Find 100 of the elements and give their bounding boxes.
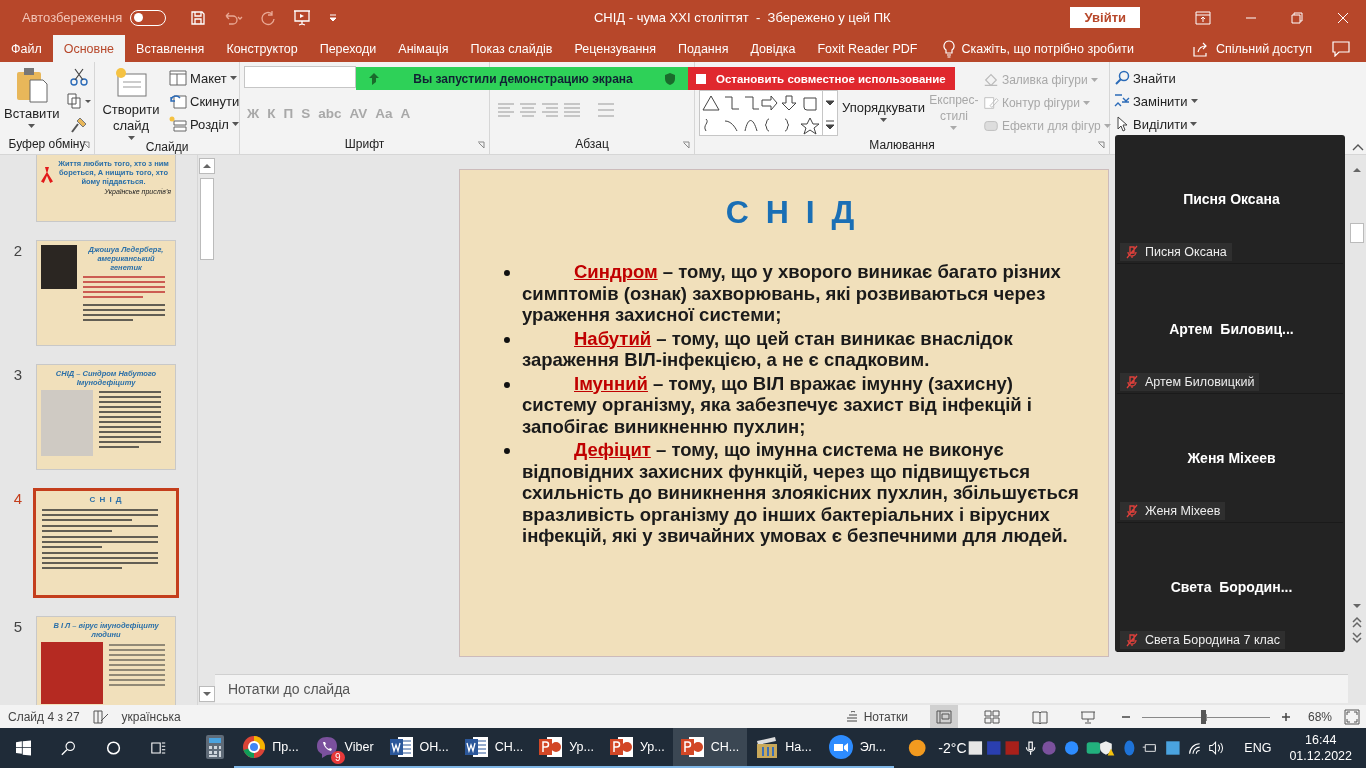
slide-number: 5 bbox=[13, 618, 23, 635]
taskbar-app[interactable]: ОН... bbox=[381, 728, 457, 768]
ribbon-tab[interactable]: Foxit Reader PDF bbox=[806, 35, 929, 62]
taskbar-app[interactable]: СН... bbox=[672, 728, 748, 768]
share-button[interactable]: Спільний доступ bbox=[1215, 41, 1312, 56]
caret-icon bbox=[231, 122, 239, 126]
taskbar-app[interactable]: На... bbox=[747, 728, 820, 768]
taskbar-app[interactable]: Ур... bbox=[531, 728, 602, 768]
new-slide-button[interactable]: Створити слайд bbox=[99, 66, 163, 140]
collapse-ribbon-icon[interactable] bbox=[1352, 143, 1364, 151]
group-label: Абзац bbox=[575, 137, 609, 151]
stop-sharing-button[interactable]: Остановить совместное использование bbox=[688, 67, 955, 90]
participant-label-text: Женя Міхеев bbox=[1145, 503, 1221, 518]
shapes-gallery[interactable] bbox=[699, 90, 838, 136]
presentation-app-icon bbox=[680, 736, 705, 758]
ribbon-tab[interactable]: Довідка bbox=[739, 35, 807, 62]
share-icon[interactable] bbox=[1191, 40, 1210, 57]
autosave-label: Автозбереження bbox=[22, 10, 123, 25]
ribbon-tab[interactable]: Анімація bbox=[387, 35, 460, 62]
language-indicator[interactable]: українська bbox=[121, 709, 181, 724]
taskbar-app[interactable]: СН... bbox=[456, 728, 532, 768]
ribbon-tab[interactable]: Переходи bbox=[308, 35, 388, 62]
layout-icon bbox=[169, 70, 187, 86]
scrollbar[interactable] bbox=[197, 155, 215, 705]
presentation-icon[interactable] bbox=[292, 8, 313, 27]
scroll-up-icon[interactable] bbox=[198, 158, 215, 174]
zoom-level[interactable]: 68% bbox=[1307, 709, 1332, 724]
caret-icon bbox=[950, 126, 958, 130]
notes-button[interactable]: Нотатки bbox=[844, 709, 908, 724]
format-painter-icon[interactable] bbox=[69, 116, 88, 134]
ribbon-tab[interactable]: Показ слайдів bbox=[459, 35, 564, 62]
next-slide-icon[interactable] bbox=[1350, 631, 1364, 645]
proofing-icon[interactable] bbox=[91, 708, 110, 725]
paste-button[interactable]: Вставити bbox=[4, 66, 60, 128]
slide-number: 4 bbox=[13, 490, 23, 507]
ribbon-display-icon[interactable] bbox=[1195, 10, 1211, 25]
bullet-text: Дефіцит – тому, що імунна система не виконує відповідних захисних функцій, через що підвищується схильність до виникнення злоякісних пухлин, збільшується вразливість організму до інших бактеріальних і вірусних інфекцій, які у звичайних умовах є безпечними для людей. bbox=[522, 439, 1080, 547]
scrollbar-thumb[interactable] bbox=[1350, 223, 1364, 243]
zoom-slider[interactable] bbox=[1141, 709, 1270, 724]
caret-icon bbox=[1082, 101, 1090, 105]
ribbon-tab[interactable]: Рецензування bbox=[563, 35, 667, 62]
bullet-icon bbox=[504, 448, 510, 454]
scrollbar-thumb[interactable] bbox=[199, 178, 214, 260]
taskbar-app[interactable]: Ур... bbox=[602, 728, 673, 768]
ribbon-tab[interactable]: Файл bbox=[0, 35, 53, 62]
search-icon bbox=[1114, 70, 1130, 86]
slide-thumbnail[interactable]: С Н І Д bbox=[33, 488, 179, 598]
ribbon-tab[interactable]: Вставлення bbox=[125, 35, 216, 62]
ribbon-tab[interactable]: Конструктор bbox=[215, 35, 309, 62]
previous-slide-icon[interactable] bbox=[1350, 615, 1364, 629]
notes-field[interactable]: Нотатки до слайда bbox=[215, 674, 1348, 703]
restore-icon[interactable] bbox=[1291, 11, 1303, 24]
bullet-text: Імунний – тому, що ВІЛ вражає імунну (захисну) систему організму, яка забезпечує захист від інфекцій і запобігає виникненню пухлин; bbox=[522, 372, 1033, 437]
participant-name: Женя Міхеев bbox=[1186, 449, 1277, 466]
caret-icon bbox=[28, 124, 36, 128]
task-view-icon[interactable] bbox=[151, 739, 167, 757]
slide-canvas[interactable] bbox=[459, 169, 1109, 657]
replace-button[interactable]: Замінити bbox=[1114, 91, 1198, 111]
close-icon[interactable] bbox=[1337, 11, 1349, 24]
keyboard-language[interactable]: ENG bbox=[1244, 741, 1272, 755]
slide-number: 2 bbox=[13, 242, 23, 259]
select-button[interactable]: Виділити bbox=[1114, 114, 1198, 134]
save-icon[interactable] bbox=[190, 9, 207, 26]
reset-button[interactable]: Скинути bbox=[169, 91, 240, 111]
redo-icon[interactable] bbox=[260, 9, 277, 26]
font-name-field[interactable] bbox=[244, 66, 356, 88]
fit-to-window-icon[interactable] bbox=[1344, 708, 1360, 725]
tell-me-search[interactable]: Скажіть, що потрібно зробити bbox=[961, 41, 1134, 56]
circle-icon[interactable] bbox=[106, 739, 122, 757]
bullet-icon bbox=[504, 381, 510, 388]
section-button[interactable]: Розділ bbox=[169, 114, 239, 134]
gallery-scroll-icon[interactable] bbox=[822, 91, 837, 135]
layout-button[interactable]: Макет bbox=[169, 68, 237, 88]
sign-in-button[interactable]: Увійти bbox=[1070, 7, 1140, 28]
arrange-button[interactable]: Упорядкувати bbox=[842, 100, 925, 122]
zoom-in-icon[interactable] bbox=[1281, 712, 1290, 721]
scissors-icon[interactable] bbox=[69, 68, 88, 86]
notes-icon bbox=[844, 710, 859, 723]
projector-icon bbox=[1079, 709, 1096, 724]
group-label: Малювання bbox=[869, 138, 935, 152]
ribbon-tab[interactable]: Основне bbox=[52, 35, 126, 62]
customize-icon[interactable] bbox=[328, 12, 339, 23]
taskbar-app[interactable]: Эл... bbox=[819, 728, 894, 768]
cursor-icon bbox=[1114, 116, 1130, 132]
comment-icon[interactable] bbox=[1332, 40, 1350, 57]
weather-sun-icon[interactable] bbox=[907, 737, 927, 759]
clock-time[interactable]: 16:44 bbox=[1305, 732, 1337, 748]
clock-date[interactable]: 01.12.2022 bbox=[1289, 748, 1352, 764]
taskbar-app[interactable]: Пр... bbox=[234, 728, 307, 768]
taskbar-app[interactable]: 9 Viber bbox=[306, 728, 382, 768]
find-button[interactable]: Знайти bbox=[1114, 68, 1176, 88]
ribbon-tab[interactable]: Подання bbox=[666, 35, 740, 62]
view-button[interactable] bbox=[929, 705, 958, 728]
windows-start-icon[interactable] bbox=[16, 739, 32, 757]
weather-temperature[interactable]: -2°C bbox=[938, 740, 967, 756]
copy-icon[interactable] bbox=[65, 92, 92, 110]
search-icon[interactable] bbox=[61, 739, 77, 757]
scroll-down-icon[interactable] bbox=[198, 686, 215, 702]
reset-icon bbox=[169, 93, 187, 109]
participant-label-text: Писня Оксана bbox=[1145, 245, 1227, 260]
